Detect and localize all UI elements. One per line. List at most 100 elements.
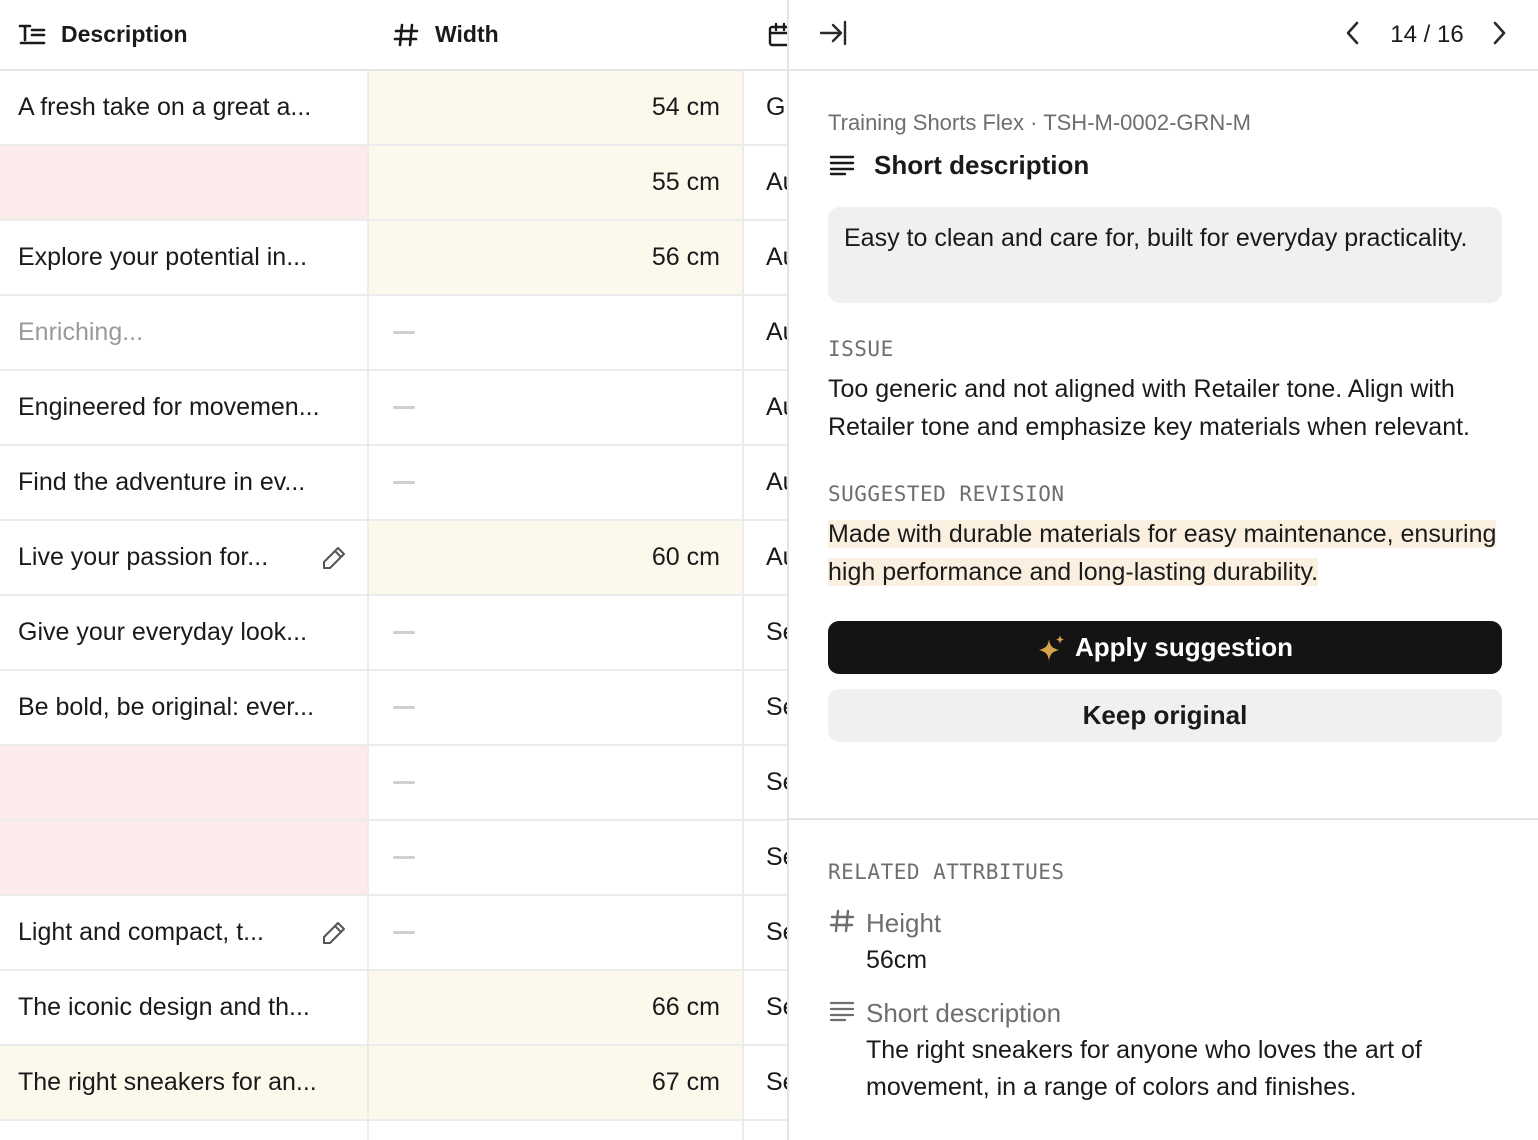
table-row[interactable]: 55 cm Au (0, 146, 790, 221)
table-row[interactable]: Find the adventure in ev... Au (0, 446, 790, 521)
date-cell[interactable]: Se (744, 746, 790, 819)
empty-value-dash (393, 631, 415, 634)
table-row[interactable]: Light and compact, t... Se (0, 896, 790, 971)
product-table: Description Width A fresh take on a grea… (0, 0, 790, 1140)
width-value: 54 cm (651, 93, 720, 121)
description-cell[interactable] (0, 146, 367, 219)
date-cell[interactable]: Au (744, 446, 790, 519)
description-text: Enriching... (18, 318, 144, 346)
date-cell[interactable]: Se (744, 896, 790, 969)
description-text: Engineered for movemen... (18, 393, 320, 421)
width-cell[interactable]: 54 cm (369, 71, 742, 144)
description-cell[interactable]: Live your passion for... (0, 521, 367, 594)
pencil-icon[interactable] (319, 918, 349, 948)
description-cell[interactable]: Light and compact, t... (0, 896, 367, 969)
review-panel: 14 / 16 Training Shorts Flex · TSH-M-000… (787, 0, 1538, 1140)
table-row[interactable]: Give your everyday look... Se (0, 596, 790, 671)
sparkle-icon (1037, 633, 1067, 663)
empty-value-dash (393, 331, 415, 334)
width-cell[interactable] (369, 296, 742, 369)
date-cell[interactable]: Se (744, 671, 790, 744)
description-text: The iconic design and th... (18, 993, 310, 1021)
column-header-width[interactable]: Width (392, 0, 499, 69)
description-text: Light and compact, t... (18, 918, 264, 946)
width-cell[interactable] (369, 446, 742, 519)
issue-detail: Training Shorts Flex · TSH-M-0002-GRN-M … (828, 106, 1502, 742)
column-header-label: Description (61, 21, 188, 47)
next-item-button[interactable] (1485, 17, 1515, 53)
hash-icon (392, 21, 420, 49)
date-cell[interactable]: Gr (744, 71, 790, 144)
date-cell[interactable]: Se (744, 821, 790, 894)
width-cell[interactable] (369, 596, 742, 669)
panel-header: 14 / 16 (789, 0, 1538, 71)
description-cell[interactable]: Enriching... (0, 296, 367, 369)
text-type-icon (18, 21, 46, 49)
width-cell[interactable]: 56 cm (369, 221, 742, 294)
date-cell[interactable]: Au (744, 146, 790, 219)
current-value-box: Easy to clean and care for, built for ev… (828, 207, 1502, 303)
date-cell[interactable]: Au (744, 296, 790, 369)
description-cell[interactable]: The right sneakers for an... (0, 1046, 367, 1119)
previous-item-button[interactable] (1337, 17, 1367, 53)
description-text: Explore your potential in... (18, 243, 308, 271)
table-row[interactable]: Live your passion for... 60 cm Au (0, 521, 790, 596)
collapse-right-icon (818, 19, 848, 52)
width-cell[interactable]: 55 cm (369, 146, 742, 219)
width-value: 66 cm (651, 993, 720, 1021)
related-attribute: Height 56cm (828, 904, 1502, 980)
width-cell[interactable] (369, 746, 742, 819)
empty-value-dash (393, 931, 415, 934)
table-row[interactable]: Be bold, be original: ever... Se (0, 671, 790, 746)
date-cell[interactable]: Au (744, 371, 790, 444)
related-attribute-value: 56cm (866, 946, 928, 974)
date-cell[interactable]: Se (744, 971, 790, 1044)
description-cell[interactable] (0, 746, 367, 819)
apply-suggestion-label: Apply suggestion (1074, 632, 1294, 662)
table-header: Description Width (0, 0, 790, 71)
description-cell[interactable]: Engineered for movemen... (0, 371, 367, 444)
description-text: A fresh take on a great a... (18, 93, 312, 121)
panel-divider (789, 818, 1538, 820)
description-cell[interactable] (0, 821, 367, 894)
width-value: 60 cm (651, 543, 720, 571)
collapse-panel-button[interactable] (815, 17, 851, 53)
table-row[interactable]: The right sneakers for an... 67 cm Se (0, 1046, 790, 1121)
related-attributes-label: RELATED ATTRBITUES (828, 860, 1065, 884)
description-text: The right sneakers for an... (18, 1068, 317, 1096)
table-row[interactable]: Engineered for movemen... Au (0, 371, 790, 446)
related-attribute: Short description The right sneakers for… (828, 994, 1502, 1107)
description-cell[interactable]: A fresh take on a great a... (0, 71, 367, 144)
date-cell[interactable]: Au (744, 221, 790, 294)
description-text: Give your everyday look... (18, 618, 308, 646)
width-cell[interactable]: 66 cm (369, 971, 742, 1044)
width-cell[interactable]: 67 cm (369, 1046, 742, 1119)
table-row[interactable]: The iconic design and th... 66 cm Se (0, 971, 790, 1046)
description-cell[interactable]: Give your everyday look... (0, 596, 367, 669)
width-cell[interactable]: 60 cm (369, 521, 742, 594)
keep-original-button[interactable]: Keep original (828, 689, 1502, 742)
suggestion-text-block: Made with durable materials for easy mai… (828, 516, 1502, 591)
table-row[interactable]: Se (0, 821, 790, 896)
attribute-title: Short description (828, 143, 1502, 187)
table-row[interactable]: Enriching... Au (0, 296, 790, 371)
description-cell[interactable]: Explore your potential in... (0, 221, 367, 294)
table-row[interactable]: Explore your potential in... 56 cm Au (0, 221, 790, 296)
width-cell[interactable] (369, 821, 742, 894)
apply-suggestion-button[interactable]: Apply suggestion (828, 621, 1502, 674)
date-cell[interactable]: Se (744, 596, 790, 669)
date-cell[interactable]: Au (744, 521, 790, 594)
description-cell[interactable]: The iconic design and th... (0, 971, 367, 1044)
table-row[interactable]: Se (0, 746, 790, 821)
width-value: 56 cm (651, 243, 720, 271)
width-cell[interactable] (369, 896, 742, 969)
width-cell[interactable] (369, 671, 742, 744)
product-breadcrumb: Training Shorts Flex · TSH-M-0002-GRN-M (828, 110, 1251, 135)
width-cell[interactable] (369, 371, 742, 444)
description-cell[interactable]: Find the adventure in ev... (0, 446, 367, 519)
table-row[interactable]: A fresh take on a great a... 54 cm Gr (0, 71, 790, 146)
column-header-description[interactable]: Description (18, 0, 188, 69)
date-cell[interactable]: Se (744, 1046, 790, 1119)
description-cell[interactable]: Be bold, be original: ever... (0, 671, 367, 744)
pencil-icon[interactable] (319, 543, 349, 573)
